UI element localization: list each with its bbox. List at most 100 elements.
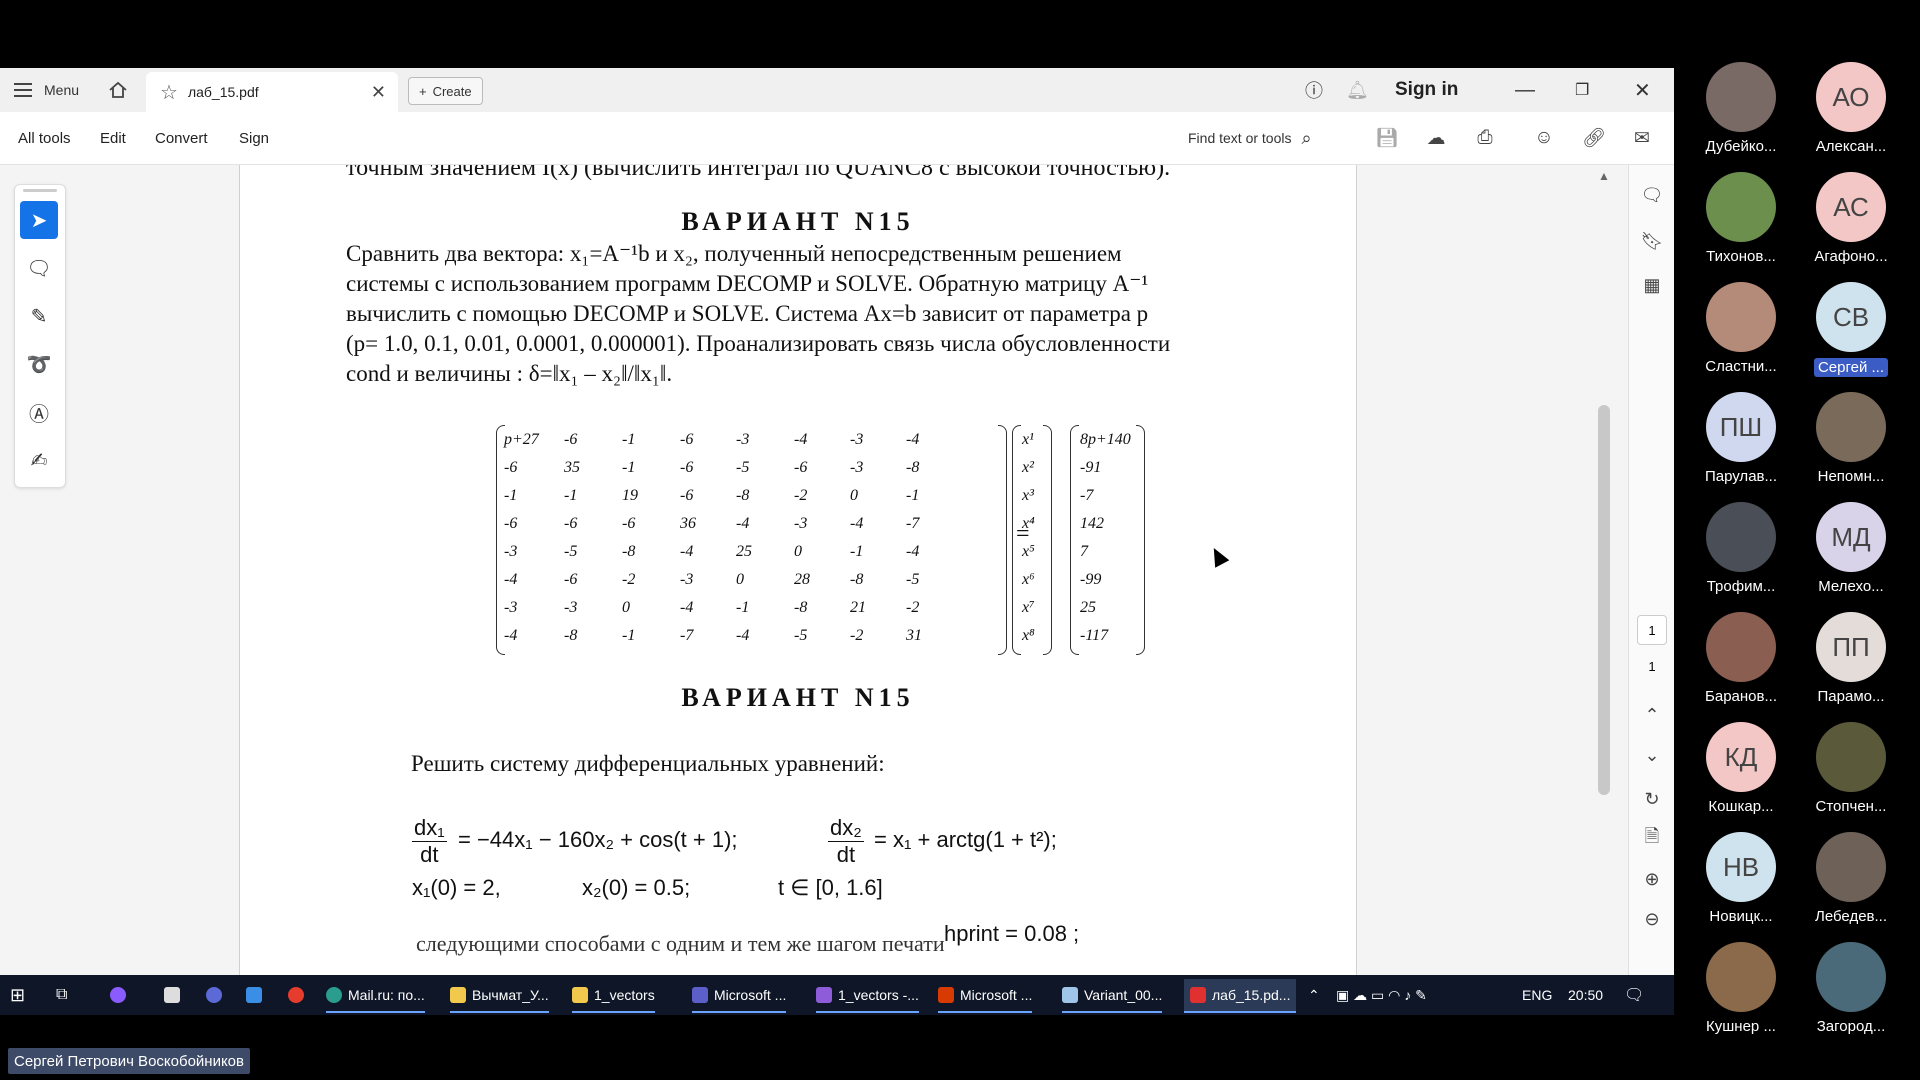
zoom-in-icon[interactable]: ⊕ — [1638, 865, 1666, 893]
taskbar-item-visual-studio[interactable]: 1_vectors -... — [816, 979, 919, 1013]
taskbar-item-office[interactable]: Microsoft ... — [938, 979, 1033, 1013]
participant-tile[interactable]: ПП Парамо... — [1796, 612, 1906, 722]
taskbar-item-mail[interactable]: Mail.ru: по... — [326, 979, 425, 1013]
sign-button[interactable]: Sign — [239, 112, 269, 164]
pinned-app-icon-2[interactable] — [206, 979, 228, 1011]
all-tools-button[interactable]: All tools — [18, 112, 71, 164]
restore-icon[interactable]: ❐ — [1575, 68, 1589, 112]
upload-cloud-icon[interactable]: ☁︎ — [1422, 124, 1450, 152]
edit-button[interactable]: Edit — [100, 112, 126, 164]
page-up-icon[interactable]: ⌃ — [1638, 701, 1666, 729]
share-user-icon[interactable]: ☺︎ — [1530, 124, 1558, 152]
bell-icon[interactable]: 🔔︎ — [1346, 68, 1369, 112]
pinned-app-icon-1[interactable] — [110, 979, 132, 1011]
page-down-icon[interactable]: ⌄ — [1638, 741, 1666, 769]
find-tools-button[interactable]: Find text or tools ⌕ — [1188, 112, 1312, 164]
participant-tile[interactable]: НВ Новицк... — [1686, 832, 1796, 942]
matrix-cell: -3 — [504, 543, 518, 560]
participant-tile[interactable]: КД Кошкар... — [1686, 722, 1796, 832]
participant-tile[interactable]: АО Алексан... — [1796, 62, 1906, 172]
para-line-3: вычислить с помощью DECOMP и SOLVE. Сист… — [346, 301, 1149, 326]
taskbar-item-folder-1[interactable]: Вычмат_У... — [450, 979, 549, 1013]
participant-tile[interactable]: Загород... — [1796, 942, 1906, 1052]
rhs-cell: 8p+140 — [1080, 431, 1131, 448]
link-icon[interactable]: 🔗︎ — [1580, 124, 1608, 152]
vector-x-cell: x⁶ — [1022, 571, 1035, 588]
matrix-cell: 0 — [850, 487, 858, 504]
vertical-scrollbar[interactable]: ▲ ▼ — [1594, 165, 1614, 1015]
participant-tile[interactable]: Кушнер ... — [1686, 942, 1796, 1052]
notifications-icon[interactable]: 🗨︎ — [1624, 979, 1644, 1011]
calendar-app-icon[interactable] — [164, 979, 186, 1011]
email-icon[interactable]: ✉︎ — [1628, 124, 1656, 152]
language-indicator[interactable]: ENG — [1522, 979, 1552, 1011]
sign-in-button[interactable]: Sign in — [1395, 68, 1458, 112]
taskbar-item-folder-2[interactable]: 1_vectors — [572, 979, 655, 1013]
help-icon[interactable]: ⓘ — [1305, 68, 1323, 112]
participant-tile[interactable]: Тихонов... — [1686, 172, 1796, 282]
tray-chevron-icon[interactable]: ⌃ — [1308, 979, 1320, 1011]
matrix-cell: -6 — [794, 459, 808, 476]
participant-tile[interactable]: АС Агафоно... — [1796, 172, 1906, 282]
minimize-icon[interactable]: — — [1515, 68, 1535, 112]
text-box-icon[interactable]: Ⓐ — [20, 393, 58, 431]
current-page-input[interactable]: 1 — [1637, 615, 1667, 645]
rhs-cell: 142 — [1080, 515, 1104, 532]
close-tab-icon[interactable]: ✕ — [371, 82, 386, 103]
thumbnails-grid-icon[interactable]: ▦ — [1638, 271, 1666, 299]
rotate-icon[interactable]: ↻ — [1638, 785, 1666, 813]
mail-app-icon[interactable] — [246, 979, 268, 1011]
save-icon[interactable]: 💾︎ — [1373, 124, 1401, 152]
star-icon[interactable]: ☆ — [160, 80, 178, 105]
add-comment-icon[interactable]: 🗨︎ — [20, 249, 58, 287]
draw-freeform-icon[interactable]: ➰ — [20, 345, 58, 383]
avatar: АО — [1816, 62, 1886, 132]
participant-tile[interactable]: СВ Сергей ... — [1796, 282, 1906, 392]
visual-studio-icon — [816, 987, 832, 1003]
avatar — [1706, 282, 1776, 352]
participant-tile[interactable]: Непомн... — [1796, 392, 1906, 502]
scroll-up-icon[interactable]: ▲ — [1598, 169, 1610, 183]
print-icon[interactable]: ⎙ — [1471, 124, 1499, 152]
home-icon[interactable] — [108, 68, 128, 112]
matrix-cell: -4 — [680, 543, 694, 560]
avatar: МД — [1816, 502, 1886, 572]
select-cursor-icon[interactable]: ➤ — [20, 201, 58, 239]
scrollbar-thumb[interactable] — [1598, 405, 1610, 795]
participant-tile[interactable]: Трофим... — [1686, 502, 1796, 612]
convert-button[interactable]: Convert — [155, 112, 208, 164]
rail-grip[interactable] — [23, 189, 57, 192]
participant-name: Кушнер ... — [1706, 1018, 1776, 1035]
matrix-cell: -6 — [504, 515, 518, 532]
participant-tile[interactable]: МД Мелехо... — [1796, 502, 1906, 612]
participant-tile[interactable]: Лебедев... — [1796, 832, 1906, 942]
matrix-cell: -8 — [622, 543, 636, 560]
taskbar-item-teams[interactable]: Microsoft ... — [692, 979, 787, 1013]
tray-icons[interactable]: ▣ ☁ ▭ ◠ ♪ ✎ — [1336, 979, 1427, 1011]
document-icon[interactable]: 🗎 — [1638, 825, 1666, 853]
comments-icon[interactable]: 🗨︎ — [1638, 181, 1666, 209]
participant-tile[interactable]: Дубейко... — [1686, 62, 1796, 172]
yandex-browser-icon[interactable] — [288, 979, 310, 1011]
vector-x-cell: x⁵ — [1022, 543, 1035, 560]
shared-screen: Menu ☆ лаб_15.pdf ✕ + Create ⓘ 🔔︎ Sign i… — [0, 68, 1674, 1015]
bookmarks-icon[interactable]: 🔖︎ — [1638, 227, 1666, 255]
task-view-icon[interactable]: ⧉ — [56, 979, 67, 1011]
participant-tile[interactable]: Стопчен... — [1796, 722, 1906, 832]
create-button[interactable]: + Create — [408, 77, 483, 105]
menu-button[interactable]: Menu — [14, 68, 79, 112]
highlight-pen-icon[interactable]: ✎ — [20, 297, 58, 335]
matrix-cell: -4 — [504, 627, 518, 644]
clock[interactable]: 20:50 — [1568, 979, 1603, 1011]
participant-tile[interactable]: ПШ Парулав... — [1686, 392, 1796, 502]
participant-name: Парулав... — [1704, 468, 1778, 485]
zoom-out-icon[interactable]: ⊖ — [1638, 905, 1666, 933]
fill-sign-icon[interactable]: ✍︎ — [20, 441, 58, 479]
document-tab[interactable]: ☆ лаб_15.pdf ✕ — [146, 72, 398, 112]
participant-tile[interactable]: Баранов... — [1686, 612, 1796, 722]
close-window-icon[interactable]: ✕ — [1634, 68, 1651, 112]
windows-start-icon[interactable]: ⊞ — [10, 979, 25, 1011]
taskbar-item-variant[interactable]: Variant_00... — [1062, 979, 1163, 1013]
taskbar-item-acrobat[interactable]: лаб_15.pd... — [1184, 979, 1297, 1013]
participant-tile[interactable]: Сластни... — [1686, 282, 1796, 392]
